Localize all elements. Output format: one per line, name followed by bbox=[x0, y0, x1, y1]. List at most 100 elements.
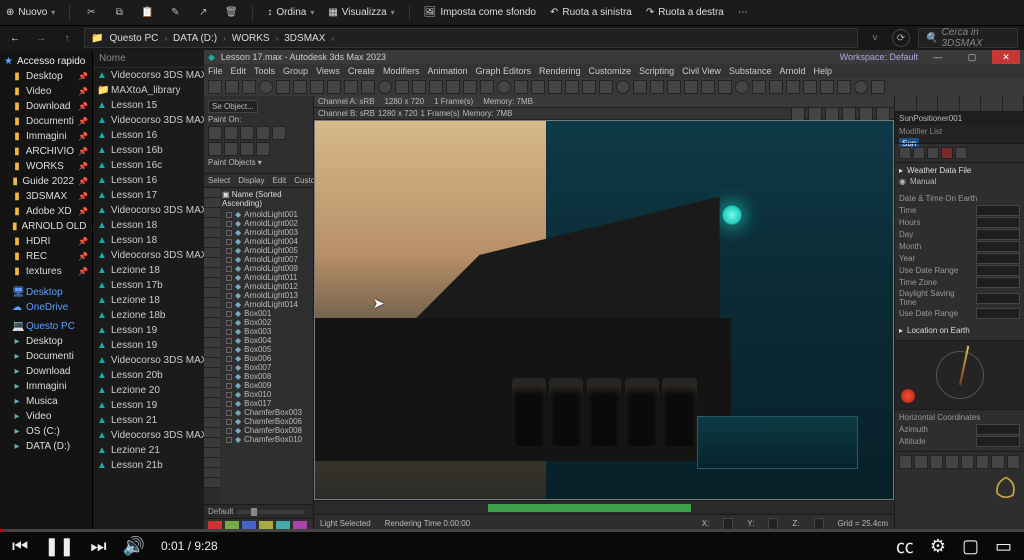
toolbar-button[interactable] bbox=[616, 80, 630, 94]
menu-item[interactable]: File bbox=[208, 66, 223, 76]
qa-item[interactable]: ▮WORKS📌 bbox=[0, 159, 92, 174]
viewport-nav-buttons[interactable] bbox=[895, 451, 1024, 472]
scene-node[interactable]: ◆Box006 bbox=[222, 354, 311, 363]
ribbon-sort[interactable]: ↕ Ordina ▾ bbox=[267, 7, 314, 18]
param-field[interactable]: Day bbox=[899, 229, 1020, 240]
menu-item[interactable]: Graph Editors bbox=[475, 66, 531, 76]
tree-icon[interactable] bbox=[204, 318, 220, 328]
toolbar-button[interactable] bbox=[344, 80, 358, 94]
file-row[interactable]: ▲Lesson 17 bbox=[93, 188, 204, 203]
prev-button[interactable]: ⏮ bbox=[12, 536, 28, 557]
tree-icon[interactable] bbox=[204, 398, 220, 408]
scene-node[interactable]: ◆ArnoldLight001 bbox=[222, 210, 311, 219]
param-field[interactable]: Hours bbox=[899, 217, 1020, 228]
toolbar-button[interactable] bbox=[854, 80, 868, 94]
file-row[interactable]: ▲Lesson 19 bbox=[93, 398, 204, 413]
toolbar-button[interactable] bbox=[718, 80, 732, 94]
qa-item[interactable]: ▮Immagini📌 bbox=[0, 129, 92, 144]
tree-icon[interactable] bbox=[204, 348, 220, 358]
param-field[interactable]: Time Zone bbox=[899, 277, 1020, 288]
delete-icon[interactable]: 🗑 bbox=[224, 6, 238, 20]
object-name[interactable]: SunPositioner001 bbox=[895, 112, 1024, 125]
rename-icon[interactable]: ✎ bbox=[168, 6, 182, 20]
panel-tab[interactable]: Select bbox=[208, 176, 230, 185]
search-box[interactable]: 🔍Cerca in 3DSMAX bbox=[918, 28, 1018, 48]
render-viewport[interactable]: ➤ bbox=[314, 120, 894, 500]
scene-node[interactable]: ◆ArnoldLight007 bbox=[222, 255, 311, 264]
tree-icon[interactable] bbox=[204, 448, 220, 458]
file-row[interactable]: ▲Videocorso 3DS MAX - 20 - ... bbox=[93, 428, 204, 443]
qa-item[interactable]: ▸Documenti bbox=[0, 349, 92, 364]
scene-node[interactable]: ◆Box005 bbox=[222, 345, 311, 354]
file-row[interactable]: ▲Lesson 19 bbox=[93, 338, 204, 353]
toolbar-button[interactable] bbox=[310, 80, 324, 94]
qa-item[interactable]: ▮3DSMAX📌 bbox=[0, 189, 92, 204]
video-progress[interactable] bbox=[0, 529, 1024, 532]
scene-node[interactable]: ◆ChamferBox003 bbox=[222, 408, 311, 417]
qa-item[interactable]: ▮Adobe XD📌 bbox=[0, 204, 92, 219]
file-row[interactable]: ▲Videocorso 3DS MAX - 17 - ... bbox=[93, 203, 204, 218]
tree-icon[interactable] bbox=[204, 298, 220, 308]
time-slider[interactable] bbox=[314, 500, 894, 514]
scene-node[interactable]: ◆Box009 bbox=[222, 381, 311, 390]
file-row[interactable]: ▲Lezione 20 bbox=[93, 383, 204, 398]
tree-icon[interactable] bbox=[204, 238, 220, 248]
param-field[interactable]: Use Date Range bbox=[899, 265, 1020, 276]
toolbar-button[interactable] bbox=[820, 80, 834, 94]
menu-item[interactable]: Animation bbox=[427, 66, 467, 76]
nav-dropdown[interactable]: ˅ bbox=[866, 29, 884, 47]
scene-node[interactable]: ◆ArnoldLight013 bbox=[222, 291, 311, 300]
toolbar-button[interactable] bbox=[701, 80, 715, 94]
nav-back[interactable]: ← bbox=[6, 29, 24, 47]
captions-button[interactable]: ㏄ bbox=[896, 533, 914, 559]
tree-icon[interactable] bbox=[204, 208, 220, 218]
file-row[interactable]: ▲Lesson 21b bbox=[93, 458, 204, 473]
scene-node[interactable]: ◆ArnoldLight009 bbox=[222, 264, 311, 273]
qa-item[interactable]: ▮Documenti📌 bbox=[0, 114, 92, 129]
play-button[interactable]: ❚❚ bbox=[44, 536, 74, 557]
file-row[interactable]: ▲Lesson 17b bbox=[93, 278, 204, 293]
tree-icon[interactable] bbox=[204, 388, 220, 398]
scene-node[interactable]: ◆ArnoldLight004 bbox=[222, 237, 311, 246]
toolbar-button[interactable] bbox=[259, 80, 273, 94]
panel-tab[interactable]: Edit bbox=[272, 176, 286, 185]
tree-icon[interactable] bbox=[204, 188, 220, 198]
menu-item[interactable]: Help bbox=[813, 66, 832, 76]
qa-item[interactable]: ▸Download bbox=[0, 364, 92, 379]
modifier-buttons[interactable] bbox=[895, 143, 1024, 163]
window-close[interactable]: ✕ bbox=[992, 50, 1020, 64]
toolbar-button[interactable] bbox=[599, 80, 613, 94]
file-row[interactable]: ▲Lesson 19 bbox=[93, 323, 204, 338]
menu-item[interactable]: Rendering bbox=[539, 66, 581, 76]
qa-item[interactable]: ▸DATA (D:) bbox=[0, 439, 92, 454]
menu-item[interactable]: Scripting bbox=[639, 66, 674, 76]
toolbar-button[interactable] bbox=[548, 80, 562, 94]
toolbar-button[interactable] bbox=[769, 80, 783, 94]
file-row[interactable]: ▲Lesson 15 bbox=[93, 98, 204, 113]
window-min[interactable]: — bbox=[924, 50, 952, 64]
toolbar-button[interactable] bbox=[225, 80, 239, 94]
sun-compass[interactable] bbox=[895, 340, 1024, 410]
toolbar-button[interactable] bbox=[463, 80, 477, 94]
tree-icon[interactable] bbox=[204, 408, 220, 418]
qa-item[interactable]: ▮Video📌 bbox=[0, 84, 92, 99]
toolbar-button[interactable] bbox=[650, 80, 664, 94]
tree-icon[interactable] bbox=[204, 478, 220, 488]
ribbon-rotate-right[interactable]: ↷ Ruota a destra bbox=[646, 7, 724, 18]
menu-item[interactable]: Substance bbox=[729, 66, 772, 76]
tree-icon[interactable] bbox=[204, 308, 220, 318]
menu-item[interactable]: Create bbox=[348, 66, 375, 76]
nav-refresh[interactable]: ⟳ bbox=[892, 29, 910, 47]
qa-thispc[interactable]: 💻Questo PC bbox=[0, 319, 92, 334]
qa-header[interactable]: ★Accesso rapido bbox=[0, 54, 92, 69]
menu-item[interactable]: Arnold bbox=[779, 66, 805, 76]
qa-item[interactable]: ▮Download📌 bbox=[0, 99, 92, 114]
toolbar-button[interactable] bbox=[582, 80, 596, 94]
volume-button[interactable]: 🔊 bbox=[123, 536, 145, 557]
menu-item[interactable]: Tools bbox=[254, 66, 275, 76]
paste-icon[interactable]: 📋 bbox=[140, 6, 154, 20]
qa-item[interactable]: ▸Desktop bbox=[0, 334, 92, 349]
theater-button[interactable]: ▭ bbox=[995, 536, 1012, 557]
ribbon-view[interactable]: ▦ Visualizza ▾ bbox=[328, 7, 394, 18]
scene-node[interactable]: ◆Box004 bbox=[222, 336, 311, 345]
